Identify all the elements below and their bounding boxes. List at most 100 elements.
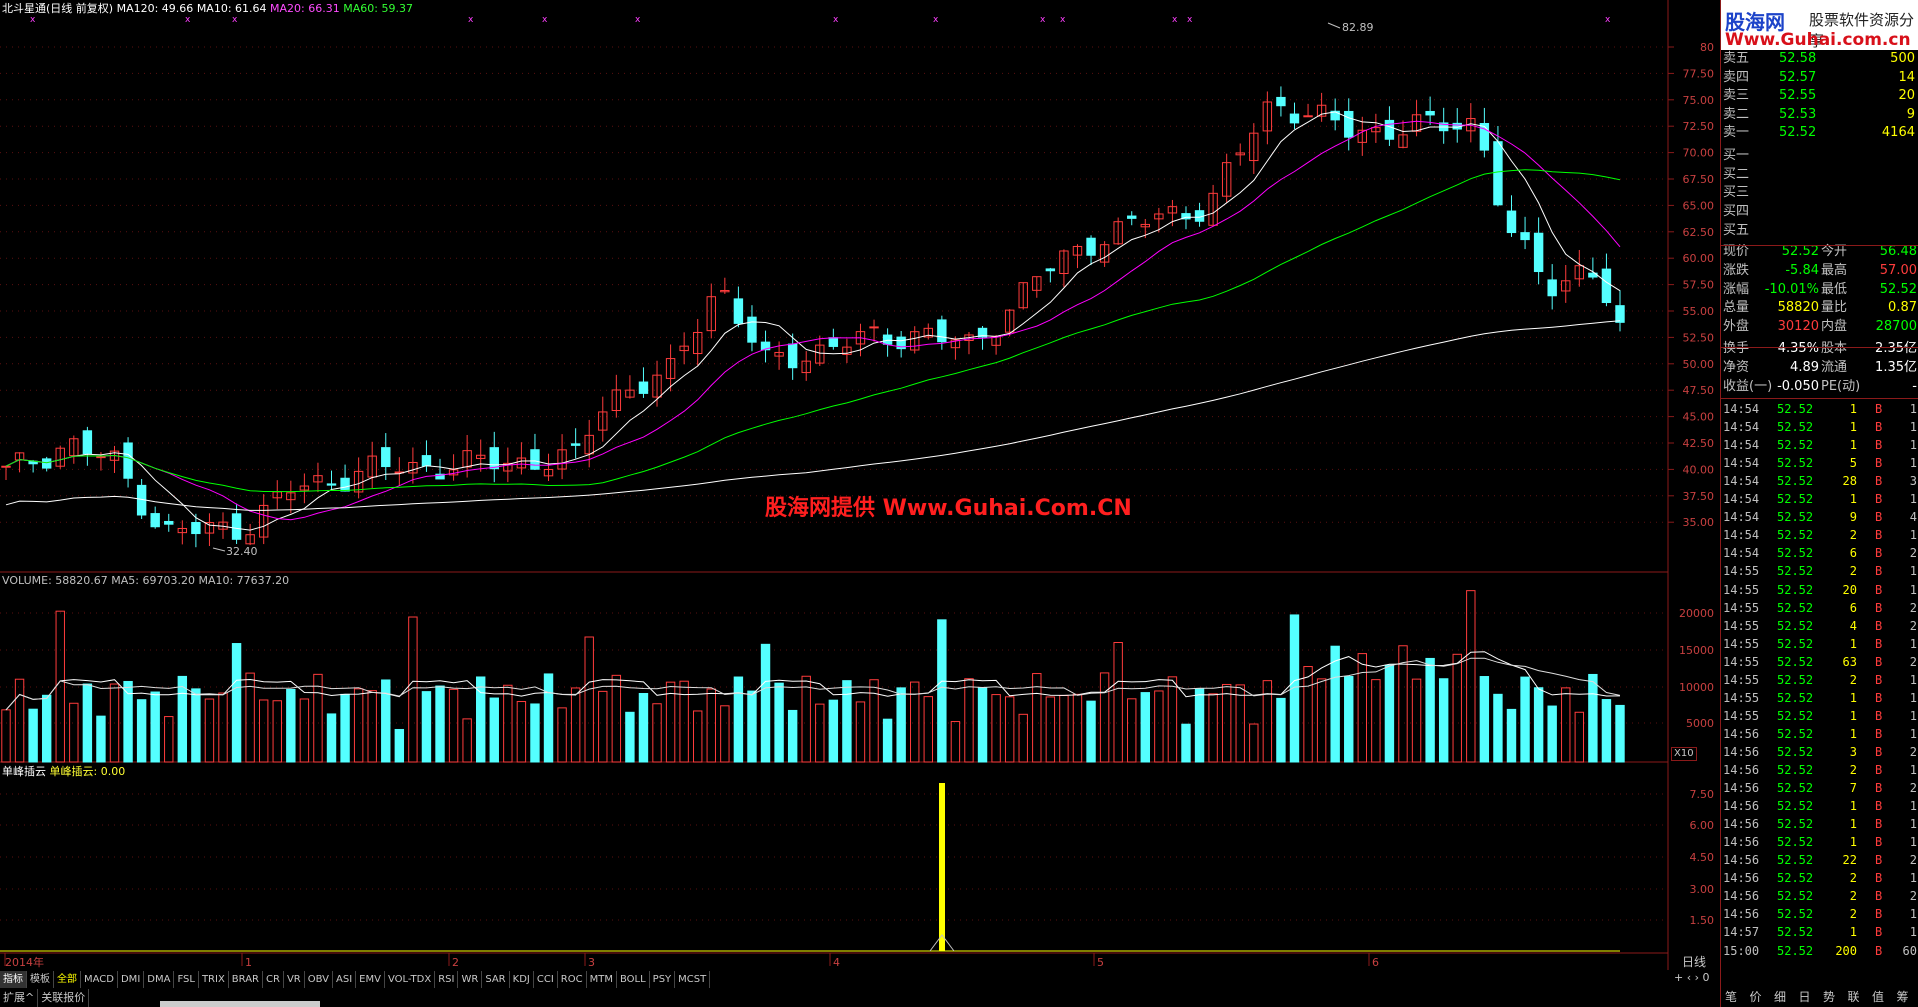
tick-time: 14:55 — [1723, 600, 1760, 615]
quote-stat-row: 外盘 30120 内盘 28700 — [1721, 318, 1918, 336]
ask-price: 52.53 — [1779, 106, 1817, 122]
indicator-tab[interactable]: KDJ — [510, 971, 534, 988]
tick-price: 52.52 — [1777, 564, 1814, 579]
stat-label: 最低 — [1821, 281, 1848, 297]
quote-tab[interactable]: 值 — [1872, 988, 1884, 1007]
tick-volume: 200 — [1835, 943, 1857, 958]
tick-count: 2 — [1909, 546, 1917, 561]
bottom-tab-bar: 扩展^ 关联报价 — [0, 989, 90, 1007]
quote-tab[interactable]: 价 — [1750, 988, 1762, 1007]
volume-bar — [1316, 678, 1327, 763]
ask-row: 卖四 52.57 14 — [1721, 69, 1918, 87]
tick-price: 52.52 — [1777, 420, 1814, 435]
stat-value: 2.35亿 — [1875, 341, 1917, 356]
tick-count: 1 — [1909, 726, 1917, 741]
volume-bar — [1371, 679, 1381, 763]
bottom-tab[interactable]: 关联报价 — [38, 989, 90, 1007]
indicator-tab[interactable]: OBV — [305, 971, 333, 988]
tick-side: B — [1875, 492, 1883, 507]
tick-count: 1 — [1909, 907, 1917, 922]
tick-count: 2 — [1909, 853, 1917, 868]
indicator-tab[interactable]: 模板 — [27, 971, 54, 988]
indicator-tab[interactable]: RSI — [435, 971, 459, 988]
indicator-tab[interactable]: WR — [458, 971, 483, 988]
volume-bar — [964, 678, 974, 763]
indicator-tab[interactable]: BRAR — [229, 971, 263, 988]
ask-volume: 14 — [1898, 69, 1915, 85]
stat-value: 4.35% — [1777, 341, 1819, 356]
indicator-tab[interactable]: 全部 — [54, 971, 81, 988]
indicator-tab[interactable]: CR — [263, 971, 284, 988]
tick-time: 14:56 — [1723, 871, 1760, 886]
candle-body — [150, 513, 160, 528]
quote-tab[interactable]: 笔 — [1725, 988, 1737, 1007]
candlestick — [693, 318, 703, 366]
candlestick — [950, 336, 961, 360]
candlestick — [164, 513, 174, 532]
quote-tab[interactable]: 势 — [1823, 988, 1835, 1007]
tick-count: 2 — [1909, 600, 1917, 615]
indicator-tab[interactable]: BOLL — [617, 971, 650, 988]
indicator-tab[interactable]: CCI — [534, 971, 558, 988]
tick-volume: 1 — [1849, 420, 1857, 435]
tick-price: 52.52 — [1777, 600, 1814, 615]
tick-side: B — [1875, 943, 1883, 958]
indicator-tab[interactable]: PSY — [650, 971, 676, 988]
volume-bar — [828, 699, 839, 763]
candle-body — [164, 520, 174, 525]
date-axis-label: 3 — [588, 956, 595, 969]
tick-time: 14:55 — [1723, 636, 1760, 651]
tick-price: 52.52 — [1777, 889, 1814, 904]
tab-nav-arrows[interactable]: + ‹ › 0 — [1674, 971, 1710, 984]
indicator-tab[interactable]: MACD — [81, 971, 118, 988]
candle-body — [937, 319, 947, 343]
volume-bar — [1466, 590, 1476, 763]
signal-marker: x — [1172, 15, 1178, 25]
candlestick — [14, 452, 25, 473]
indicator-tab[interactable]: SAR — [482, 971, 510, 988]
indicator-tab[interactable]: DMI — [118, 971, 145, 988]
tick-volume: 20 — [1842, 582, 1857, 597]
indicator-tab[interactable]: MTM — [587, 971, 617, 988]
tick-count: 1 — [1909, 835, 1917, 850]
bottom-tab[interactable]: 扩展^ — [0, 989, 39, 1007]
volume-bar — [543, 673, 554, 763]
volume-bar — [625, 711, 635, 763]
tick-count: 1 — [1909, 708, 1917, 723]
tick-row: 14:56 52.52 1 B 1 — [1721, 815, 1918, 833]
indicator-tab[interactable]: MCST — [675, 971, 711, 988]
indicator-tab[interactable]: VOL-TDX — [385, 971, 436, 988]
tick-volume: 1 — [1849, 835, 1857, 850]
quote-tab[interactable]: 细 — [1774, 988, 1786, 1007]
quote-tab[interactable]: 联 — [1848, 988, 1860, 1007]
indicator-tab[interactable]: ASI — [333, 971, 357, 988]
volume-bar — [1479, 676, 1490, 763]
quote-tab[interactable]: 筹 — [1897, 988, 1909, 1007]
kline-chart[interactable]: 8077.5075.0072.5070.0067.5065.0062.5060.… — [0, 0, 1718, 970]
indicator-tab[interactable]: TRIX — [199, 971, 229, 988]
price-axis-label: 57.50 — [1683, 279, 1715, 292]
indicator-tab[interactable]: ROC — [558, 971, 587, 988]
tick-count: 1 — [1909, 799, 1917, 814]
volume-bar — [1154, 690, 1164, 763]
price-axis-label: 40.00 — [1683, 463, 1715, 476]
tick-price: 52.52 — [1777, 726, 1814, 741]
indicator-tab[interactable]: DMA — [144, 971, 175, 988]
volume-bar — [706, 688, 716, 763]
quote-stat-row: 收益(一) -0.050 PE(动) - — [1721, 378, 1918, 396]
tick-side: B — [1875, 582, 1883, 597]
candlestick — [557, 434, 567, 480]
candlestick — [1425, 96, 1435, 125]
horizontal-scrollbar[interactable] — [160, 1001, 320, 1007]
indicator-tab[interactable]: FSL — [174, 971, 199, 988]
price-axis-label: 42.50 — [1683, 437, 1715, 450]
candle-body — [326, 483, 337, 486]
quote-tab[interactable]: 日 — [1799, 988, 1811, 1007]
tick-side: B — [1875, 726, 1883, 741]
indicator-tab[interactable]: EMV — [356, 971, 385, 988]
indicator-tab[interactable]: VR — [284, 971, 305, 988]
tick-row: 14:55 52.52 1 B 1 — [1721, 635, 1918, 653]
indicator-spike — [939, 783, 945, 951]
indicator-tab[interactable]: 指标 — [0, 971, 27, 988]
candlestick — [1018, 282, 1028, 310]
